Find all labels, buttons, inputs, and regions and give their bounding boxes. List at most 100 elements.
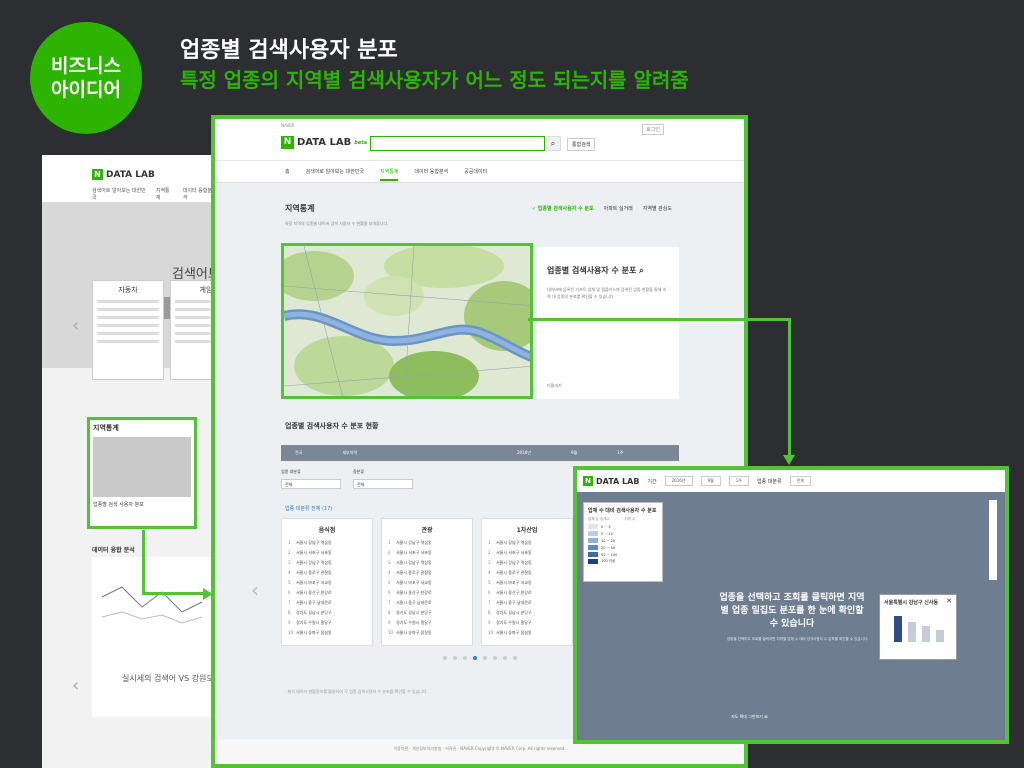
tab-public[interactable]: 공공데이터 xyxy=(464,168,487,175)
list-item[interactable]: 10 서울시 송파구 잠실동 xyxy=(488,630,566,636)
list-item[interactable]: 10 서울시 송파구 잠실동 xyxy=(388,630,466,636)
category-select[interactable]: 전체 xyxy=(789,476,811,486)
map-bottom-toggle[interactable]: 지도 확대 그만보기 ⊠ xyxy=(731,714,768,720)
category-card-title: 1차산업 xyxy=(516,527,538,534)
region-map[interactable] xyxy=(281,243,533,399)
list-item[interactable]: 6 서울시 용산구 한강로 xyxy=(488,590,566,596)
chevron-left-icon[interactable]: ‹ xyxy=(72,315,79,336)
list-item[interactable]: 9 경기도 수원시 팔달구 xyxy=(388,620,466,626)
info-footer-link[interactable]: 더알리기 xyxy=(547,383,562,389)
popup-bar xyxy=(936,630,944,642)
tab-korea[interactable]: 검색어로 알아보는 대한민국 xyxy=(306,168,364,175)
list-item[interactable]: 8 경기도 성남시 분당구 xyxy=(388,610,466,616)
filter-week[interactable]: 1주 xyxy=(617,450,623,456)
list-item-label: 서울시 종로구 관철동 xyxy=(296,570,332,575)
page-dot[interactable] xyxy=(483,656,487,660)
page-dot-active[interactable] xyxy=(473,656,477,660)
list-item[interactable]: 6 서울시 용산구 한강로 xyxy=(288,590,366,596)
list-item[interactable]: 9 경기도 수원시 팔달구 xyxy=(288,620,366,626)
list-item[interactable]: 3 서울시 강남구 역삼동 xyxy=(488,560,566,566)
page-dot[interactable] xyxy=(513,656,517,660)
page-dot[interactable] xyxy=(443,656,447,660)
bg-tab[interactable]: 지역통계 xyxy=(156,187,173,201)
list-item[interactable]: 5 서울시 마포구 서교동 xyxy=(388,580,466,586)
datalab-logo[interactable]: N DATA LAB beta xyxy=(281,136,367,149)
rank-number: 4 xyxy=(388,570,391,575)
filter-nation[interactable]: 전국 xyxy=(295,450,302,456)
category-card[interactable]: 관광 1 서울시 강남구 역삼동 2 서울시 서초구 서초동 3 서울시 강남구 역삼동 4 서… xyxy=(381,518,473,646)
list-item[interactable]: 8 경기도 성남시 분당구 xyxy=(288,610,366,616)
bg-tab[interactable]: 검색어로 알아보는 대한민국 xyxy=(92,187,146,201)
period-label: 기간 xyxy=(647,478,657,485)
page-dot[interactable] xyxy=(503,656,507,660)
list-item-label: 경기도 수원시 팔달구 xyxy=(496,620,532,625)
search-input[interactable] xyxy=(370,136,545,151)
category-card[interactable]: 음식점 1 서울시 강남구 역삼동 2 서울시 서초구 서초동 3 서울시 강남구 역삼동 4… xyxy=(281,518,373,646)
list-item[interactable]: 1 서울시 강남구 역삼동 xyxy=(288,540,366,546)
list-item[interactable]: 5 서울시 마포구 서교동 xyxy=(488,580,566,586)
list-item-label: 서울시 마포구 서교동 xyxy=(396,580,432,585)
filter-subregion[interactable]: 세부지역 xyxy=(342,450,357,456)
year-select[interactable]: 2016년 xyxy=(664,476,693,486)
region-popup: 서울특별시 강남구 신사동 ✕ xyxy=(879,594,957,660)
integrated-search-button[interactable]: 통합검색 xyxy=(567,138,596,151)
datalab-logo[interactable]: N DATA LAB xyxy=(583,476,639,486)
tab-fusion[interactable]: 데이터 융합분석 xyxy=(414,168,448,175)
search-icon[interactable]: ⌕ xyxy=(639,266,643,275)
login-button[interactable]: 로그인 xyxy=(642,124,664,135)
page-dot[interactable] xyxy=(463,656,467,660)
tab-region[interactable]: 지역통계 xyxy=(380,168,399,181)
filter-year[interactable]: 2016년 xyxy=(517,450,531,456)
zoom-control[interactable] xyxy=(989,500,997,580)
chevron-left-icon[interactable]: ‹ xyxy=(72,675,79,696)
filter-minor-select[interactable]: 전체 xyxy=(353,479,413,489)
region-heading: 지역통계 xyxy=(285,204,315,213)
list-item[interactable]: 5 서울시 마포구 서교동 xyxy=(288,580,366,586)
week-select[interactable]: 1주 xyxy=(728,476,749,486)
close-icon[interactable]: ✕ xyxy=(946,597,952,605)
list-item-label: 서울시 강남구 역삼동 xyxy=(396,540,432,545)
list-item[interactable]: 7 서울시 중구 남대문로 xyxy=(388,600,466,606)
rank-number: 3 xyxy=(388,560,391,565)
list-item[interactable]: 3 서울시 강남구 역삼동 xyxy=(388,560,466,566)
list-item[interactable]: 7 서울시 중구 남대문로 xyxy=(288,600,366,606)
bg-tab[interactable]: 데이터 융합분석 xyxy=(183,187,214,201)
list-item[interactable]: 2 서울시 서초구 서초동 xyxy=(388,550,466,556)
list-item[interactable]: 8 경기도 성남시 분당구 xyxy=(488,610,566,616)
list-item[interactable]: 1 서울시 강남구 역삼동 xyxy=(488,540,566,546)
page-dot[interactable] xyxy=(493,656,497,660)
page-dot[interactable] xyxy=(453,656,457,660)
naver-label[interactable]: NAVER xyxy=(281,123,295,128)
subtab-apartment[interactable]: 아파트 실거래 xyxy=(604,205,633,212)
rank-number: 4 xyxy=(288,570,291,575)
list-item[interactable]: 3 서울시 강남구 역삼동 xyxy=(288,560,366,566)
subtab-interest[interactable]: 지역별 관심도 xyxy=(643,205,672,212)
region-description: 특정 지역의 업종별 네이버 검색 사용자 수 현황을 보여줍니다. xyxy=(285,221,389,226)
list-item-label: 서울시 마포구 서교동 xyxy=(496,580,532,585)
list-item[interactable]: 4 서울시 종로구 관철동 xyxy=(488,570,566,576)
list-item[interactable]: 2 서울시 서초구 서초동 xyxy=(488,550,566,556)
list-item[interactable]: 6 서울시 용산구 한강로 xyxy=(388,590,466,596)
rank-number: 6 xyxy=(288,590,291,595)
list-item[interactable]: 1 서울시 강남구 역삼동 xyxy=(388,540,466,546)
list-item-label: 서울시 강남구 역삼동 xyxy=(396,560,432,565)
chevron-left-icon[interactable]: ‹ xyxy=(251,578,259,602)
bg-region-card[interactable]: 지역통계 업종별 검색 사용자 분포 xyxy=(87,417,197,529)
list-item[interactable]: 9 경기도 수원시 팔달구 xyxy=(488,620,566,626)
close-icon[interactable]: ⊠ xyxy=(764,714,767,719)
connector-line xyxy=(142,592,204,595)
month-select[interactable]: 9월 xyxy=(700,476,721,486)
list-item[interactable]: 4 서울시 종로구 관철동 xyxy=(388,570,466,576)
filter-major-select[interactable]: 전체 xyxy=(281,479,341,489)
tab-home[interactable]: 홈 xyxy=(285,168,290,175)
filter-month[interactable]: 9월 xyxy=(571,450,577,456)
list-item[interactable]: 7 서울시 중구 남대문로 xyxy=(488,600,566,606)
list-item-label: 경기도 수원시 팔달구 xyxy=(396,620,432,625)
bg-compare-caption: 실시세의 검색어 VS 강원도 xyxy=(122,674,214,683)
list-item[interactable]: 2 서울시 서초구 서초동 xyxy=(288,550,366,556)
subtab-business-dist[interactable]: ✓ 업종별 검색사용자 수 분포 xyxy=(532,205,594,212)
search-icon[interactable]: ⌕ xyxy=(545,136,561,151)
list-item[interactable]: 4 서울시 종로구 관철동 xyxy=(288,570,366,576)
list-item[interactable]: 10 서울시 송파구 잠실동 xyxy=(288,630,366,636)
category-card[interactable]: 1차산업 1 서울시 강남구 역삼동 2 서울시 서초구 서초동 3 서울시 강남구 역삼동… xyxy=(481,518,573,646)
